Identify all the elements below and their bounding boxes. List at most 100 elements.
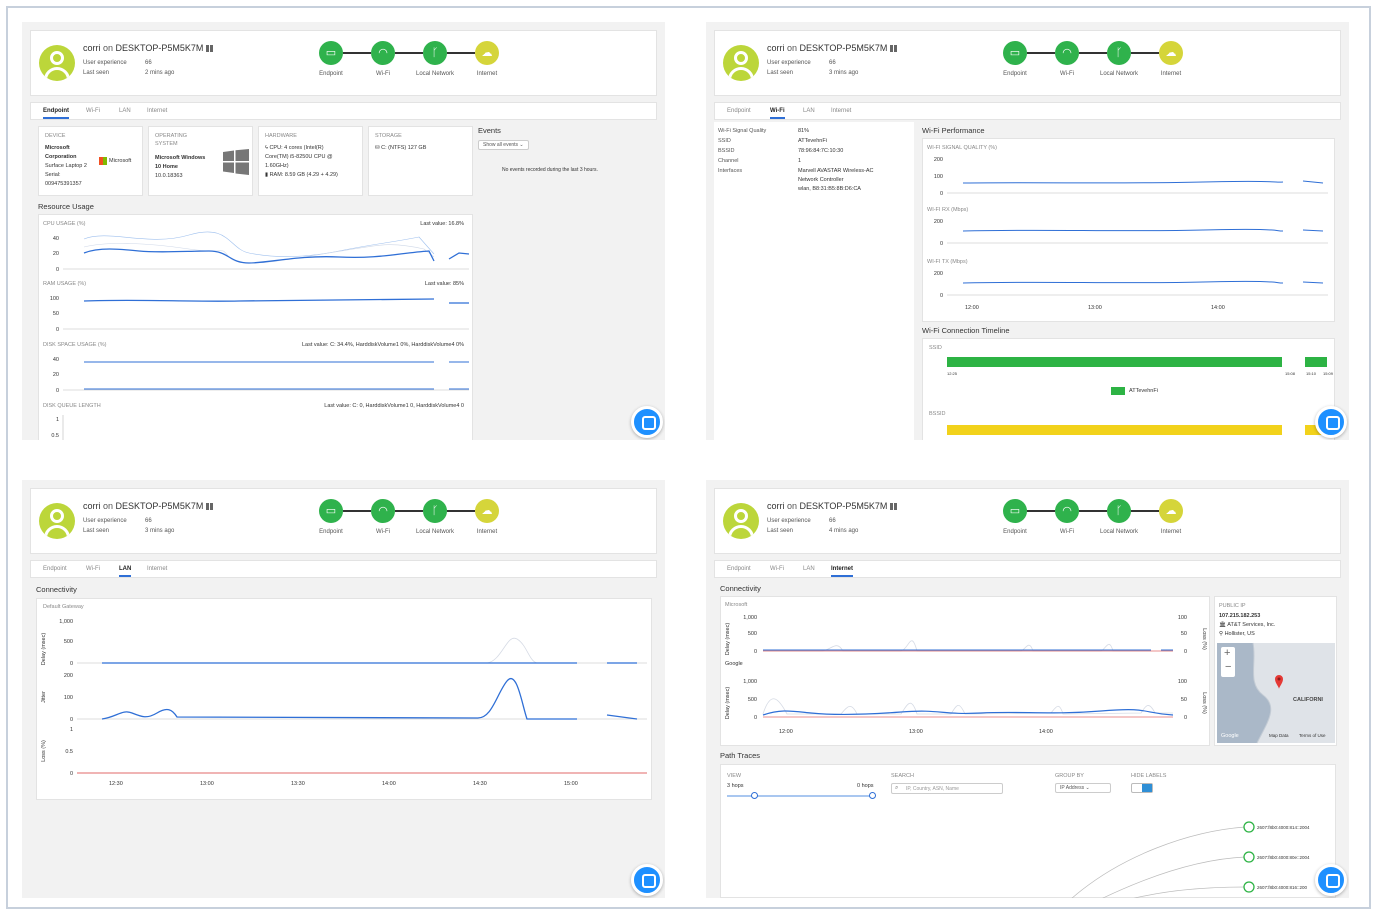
chain-node-wi-fi[interactable]: ◠	[371, 499, 395, 523]
svg-text:200: 200	[64, 673, 73, 679]
svg-text:14:00: 14:00	[1211, 305, 1225, 311]
svg-text:0: 0	[56, 388, 59, 394]
chain-connector	[343, 510, 371, 512]
wifi-icon: ◠	[1062, 505, 1072, 517]
network-icon: ᚴ	[431, 47, 439, 59]
location-map[interactable]: CALIFORNI Google Map Data Terms of Use +…	[1217, 642, 1335, 744]
tab-bar: Endpoint Wi-Fi LAN Internet	[714, 560, 1341, 578]
panel-internet: corri on DESKTOP-P5M5K7M User experience…	[706, 480, 1349, 898]
svg-text:Loss (%): Loss (%)	[41, 740, 47, 762]
chain-connector	[1131, 52, 1159, 54]
cpu-info-2: Core(TM) i5-8250U CPU @	[265, 154, 333, 160]
cloud-icon: ☁	[481, 505, 493, 517]
chain-node-endpoint[interactable]: ▭	[1003, 41, 1027, 65]
device-vendor: Microsoft	[45, 145, 70, 151]
windows-icon	[890, 503, 898, 511]
connection-timeline-title: Wi-Fi Connection Timeline	[922, 326, 1010, 335]
chain-node-wi-fi[interactable]: ◠	[1055, 41, 1079, 65]
chain-node-local-network[interactable]: ᚴ	[423, 41, 447, 65]
chat-button[interactable]	[1315, 406, 1347, 438]
tab-wifi[interactable]: Wi-Fi	[86, 566, 100, 572]
cpu-last-value: Last value: 16.8%	[420, 221, 464, 227]
tab-bar: Endpoint Wi-Fi LAN Internet	[30, 560, 657, 578]
tab-wifi[interactable]: Wi-Fi	[770, 108, 785, 119]
tab-endpoint[interactable]: Endpoint	[727, 566, 751, 572]
chain-node-label: Wi-Fi	[376, 71, 390, 77]
prop-label: BSSID	[718, 148, 735, 154]
avatar	[39, 45, 75, 81]
ssid-bar	[1305, 357, 1327, 367]
chain-node-internet[interactable]: ☁	[475, 499, 499, 523]
lan-connectivity-chart: Delay (msec) 1,000 500 0 Jitter 200 100 …	[41, 619, 647, 787]
tab-bar: Endpoint Wi-Fi LAN Internet	[30, 102, 657, 120]
laptop-icon: ▭	[325, 47, 337, 59]
svg-text:50: 50	[53, 311, 59, 317]
chat-button[interactable]	[1315, 864, 1347, 896]
prop-label: SSID	[718, 138, 731, 144]
chain-node-internet[interactable]: ☁	[1159, 499, 1183, 523]
device-card: DEVICE Microsoft Corporation Surface Lap…	[38, 126, 143, 196]
chain-node-wi-fi[interactable]: ◠	[1055, 499, 1079, 523]
chain-node-local-network[interactable]: ᚴ	[423, 499, 447, 523]
chain-connector	[447, 510, 475, 512]
zoom-in-button[interactable]: +	[1224, 647, 1230, 659]
svg-text:14:00: 14:00	[1039, 729, 1053, 735]
connection-chain: ▭ Endpoint ◠ Wi-Fi ᚴ Local Network ☁ Internet	[995, 497, 1195, 547]
tab-endpoint[interactable]: Endpoint	[727, 108, 751, 114]
ux-row: User experience 66	[83, 518, 152, 524]
zoom-out-button[interactable]: −	[1225, 661, 1231, 673]
cloud-icon: ☁	[481, 47, 493, 59]
cpu-info-3: 1.60GHz)	[265, 163, 289, 169]
chain-connector	[1131, 510, 1159, 512]
prop-value: ATTevehnFi	[798, 138, 827, 144]
svg-text:0.5: 0.5	[65, 749, 73, 755]
chain-node-internet[interactable]: ☁	[1159, 41, 1183, 65]
chain-node-endpoint[interactable]: ▭	[1003, 499, 1027, 523]
svg-text:200: 200	[934, 271, 943, 277]
tab-endpoint[interactable]: Endpoint	[43, 108, 69, 119]
chain-node-internet[interactable]: ☁	[475, 41, 499, 65]
chain-node-endpoint[interactable]: ▭	[319, 41, 343, 65]
ssid-bar	[947, 357, 1282, 367]
last-seen-row: Last seen 4 mins ago	[767, 528, 859, 534]
resource-usage-title: Resource Usage	[38, 202, 94, 211]
tab-internet[interactable]: Internet	[831, 108, 851, 114]
chain-connector	[447, 52, 475, 54]
tab-internet[interactable]: Internet	[147, 108, 167, 114]
storage-card: STORAGE ⛁ C: (NTFS) 127 GB	[368, 126, 473, 196]
os-version: 10.0.18363	[155, 173, 183, 179]
avatar	[723, 503, 759, 539]
chain-node-local-network[interactable]: ᚴ	[1107, 499, 1131, 523]
ssid-label: SSID	[929, 345, 942, 351]
tab-internet[interactable]: Internet	[831, 566, 854, 577]
chain-node-endpoint[interactable]: ▭	[319, 499, 343, 523]
chat-button[interactable]	[631, 864, 663, 896]
svg-text:CALIFORNI: CALIFORNI	[1293, 697, 1323, 703]
events-filter-select[interactable]: Show all events ⌄	[478, 140, 529, 150]
chain-node-label: Internet	[1160, 71, 1182, 77]
tab-wifi[interactable]: Wi-Fi	[770, 566, 784, 572]
chat-button[interactable]	[631, 406, 663, 438]
svg-text:0: 0	[754, 715, 757, 721]
tab-internet[interactable]: Internet	[147, 566, 167, 572]
tab-lan[interactable]: LAN	[803, 108, 815, 114]
prop-value: Marvell AVASTAR Wireless-AC	[798, 168, 874, 174]
wifi-icon: ◠	[378, 47, 388, 59]
svg-text:0: 0	[1184, 715, 1187, 721]
tab-lan[interactable]: LAN	[119, 108, 131, 114]
svg-text:2607:f8b0:4000:814::2004: 2607:f8b0:4000:814::2004	[1257, 825, 1310, 830]
device-title: corri on DESKTOP-P5M5K7M	[83, 43, 214, 53]
isp-row: 🏛 AT&T Services, Inc.	[1219, 622, 1276, 628]
panel-endpoint: corri on DESKTOP-P5M5K7M User experience…	[22, 22, 665, 440]
chain-connector	[395, 510, 423, 512]
chain-connector	[395, 52, 423, 54]
tab-lan[interactable]: LAN	[803, 566, 815, 572]
tab-wifi[interactable]: Wi-Fi	[86, 108, 100, 114]
prop-value: 1	[798, 158, 802, 164]
tab-lan[interactable]: LAN	[119, 566, 132, 577]
chain-node-local-network[interactable]: ᚴ	[1107, 41, 1131, 65]
tab-endpoint[interactable]: Endpoint	[43, 566, 67, 572]
device-title: corri on DESKTOP-P5M5K7M	[83, 501, 214, 511]
ux-row: User experience 66	[83, 60, 152, 66]
chain-node-wi-fi[interactable]: ◠	[371, 41, 395, 65]
